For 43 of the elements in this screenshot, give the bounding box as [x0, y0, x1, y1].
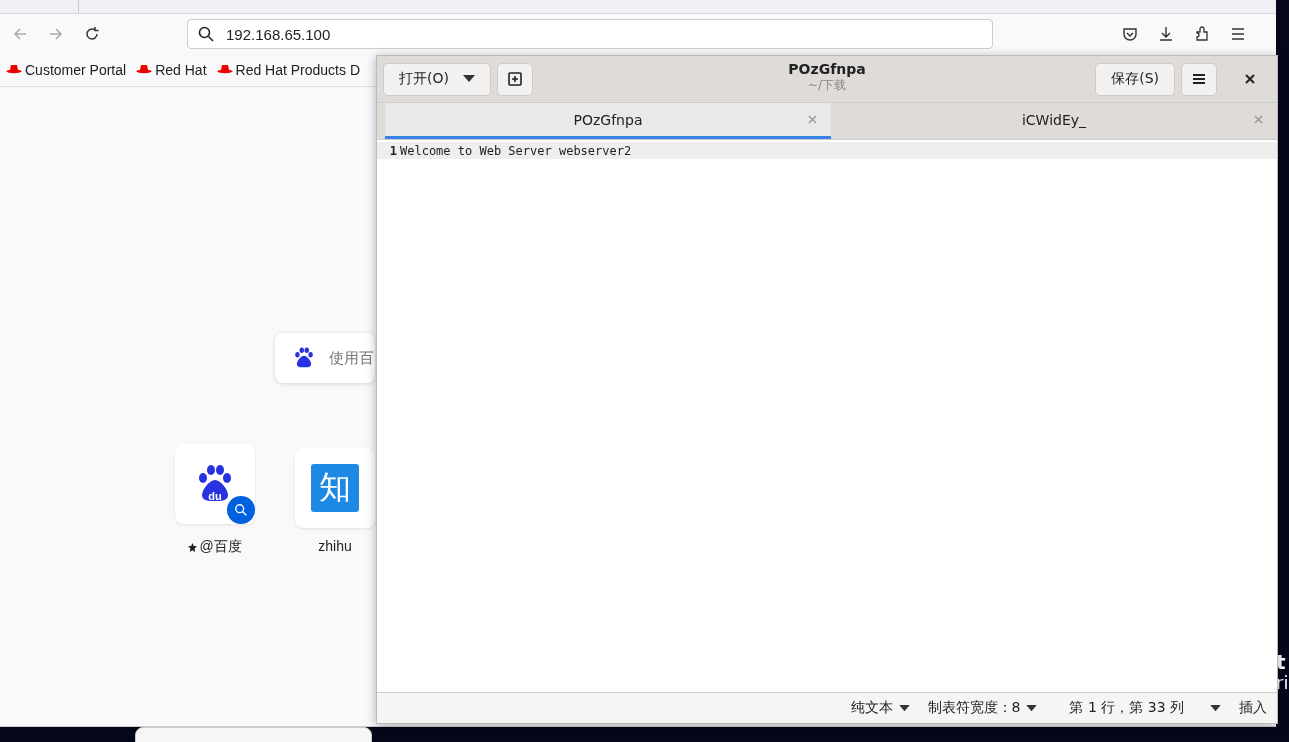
menu-icon[interactable] — [1230, 26, 1246, 42]
desktop-text: ri — [1276, 674, 1289, 692]
editor-tab[interactable]: iCWidEy_ — [831, 103, 1277, 139]
shortcut-tile[interactable]: 知 — [295, 448, 375, 528]
line-number: 1 — [388, 143, 398, 158]
menu-button[interactable] — [1181, 62, 1217, 96]
editor-tab[interactable]: POzGfnpa — [385, 103, 831, 139]
extensions-icon[interactable] — [1194, 26, 1210, 42]
close-icon[interactable] — [1245, 74, 1255, 84]
bookmark-link[interactable]: Red Hat Products D — [216, 62, 360, 78]
save-button[interactable]: 保存(S) — [1095, 62, 1175, 96]
shortcut-tile[interactable]: du — [175, 444, 255, 524]
language-dropdown[interactable]: 纯文本 — [850, 699, 910, 717]
caret-icon — [462, 75, 475, 83]
pocket-icon[interactable] — [1122, 26, 1138, 42]
open-button[interactable]: 打开(O) — [383, 62, 491, 96]
plus-box-icon — [506, 71, 523, 87]
menu-icon — [1192, 73, 1206, 85]
reload-icon[interactable] — [84, 26, 100, 42]
caret-icon — [1026, 704, 1038, 712]
window-subtitle: ~/下载 — [807, 77, 847, 94]
cursor-position-dropdown[interactable]: 第 1 行，第 33 列 — [1069, 699, 1221, 717]
shortcut-label: @百度 — [199, 538, 242, 556]
search-icon — [198, 26, 214, 42]
paw-icon — [293, 347, 315, 369]
logo-text: du — [207, 491, 223, 502]
bookmark-link[interactable]: Red Hat — [136, 62, 207, 78]
tab-width-dropdown[interactable]: 制表符宽度：8 — [927, 699, 1038, 717]
hat-icon — [136, 64, 153, 76]
site-logo: 知 — [311, 464, 359, 512]
caret-icon — [1210, 704, 1221, 712]
search-field[interactable]: 使用百 — [275, 333, 375, 383]
shortcut-label: zhihu — [318, 538, 352, 554]
caret-icon — [898, 704, 910, 712]
insert-mode[interactable]: 插入 — [1239, 699, 1267, 717]
window-title: POzGfnpa — [788, 61, 866, 77]
new-tab-button[interactable] — [496, 62, 533, 96]
hat-icon — [6, 64, 22, 76]
code-line: Welcome to Web Server webserver2 — [400, 143, 632, 158]
bookmark-link[interactable]: Customer Portal — [6, 62, 127, 78]
download-icon[interactable] — [1158, 26, 1174, 42]
hat-icon — [216, 64, 233, 76]
address-field[interactable]: 192.168.65.100 — [187, 19, 993, 49]
